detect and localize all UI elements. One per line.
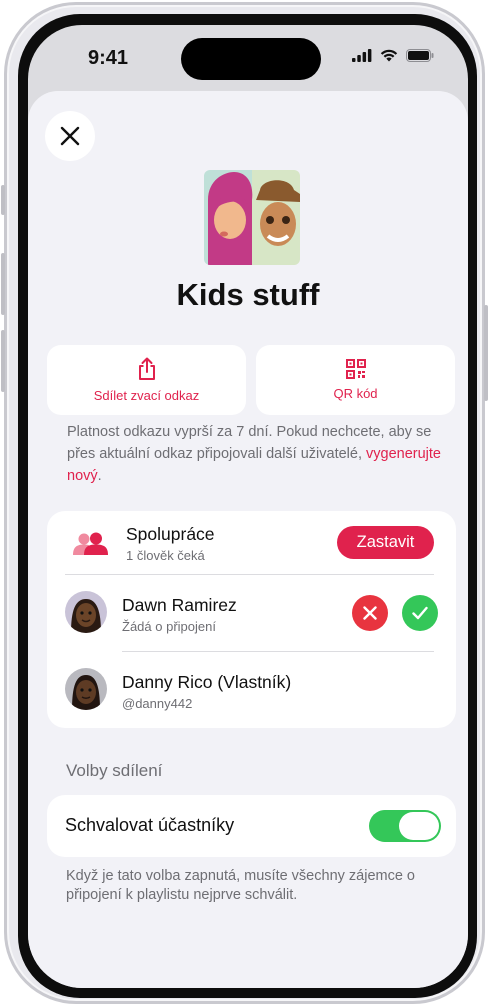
close-icon [60,126,80,146]
row-divider [122,651,434,652]
link-expiry-info: Platnost odkazu vyprší za 7 dní. Pokud n… [67,421,447,487]
dynamic-island [181,38,321,80]
people-icon [73,532,108,555]
avatar [65,591,107,633]
status-icons [352,49,434,62]
x-mark-icon [363,606,377,620]
volume-down-button [1,330,5,392]
playlist-artwork [204,170,300,265]
volume-up-button [1,253,5,315]
action-button [1,185,5,215]
member-name: Dawn Ramirez [122,595,237,615]
link-expiry-suffix: . [97,468,102,484]
battery-icon [406,49,434,62]
checkmark-icon [412,606,428,620]
status-time: 9:41 [88,47,129,69]
share-sheet: Kids stuff Sdílet zvací odkaz QR kód Pla… [28,91,468,988]
memoji-artwork [204,170,300,265]
close-button[interactable] [45,111,95,161]
collaboration-title: Spolupráce [126,524,215,544]
approve-participants-label: Schvalovat účastníky [65,815,235,835]
playlist-title: Kids stuff [176,277,320,312]
qr-code-label: QR kód [333,386,378,401]
stop-collaboration-label: Zastavit [356,533,415,551]
collaboration-card: Spolupráce 1 člověk čeká Zastavit Dawn R… [47,511,456,728]
sharing-options-header: Volby sdílení [66,761,163,780]
decline-request-button[interactable] [352,595,388,631]
power-button [484,305,488,401]
member-detail: @danny442 [122,696,193,711]
approve-participants-toggle[interactable] [369,810,441,842]
qr-code-icon [345,359,366,379]
screen: 9:41 Kids stuff Sdílet zvací odkaz QR kó… [28,25,468,988]
approve-request-button[interactable] [402,595,438,631]
toggle-knob [399,812,439,840]
qr-code-button[interactable]: QR kód [256,345,455,415]
member-detail: Žádá o připojení [122,619,216,634]
wifi-icon [380,49,398,62]
row-divider [65,574,434,575]
share-icon [138,357,155,380]
collaboration-subtitle: 1 člověk čeká [126,548,205,563]
approve-participants-row: Schvalovat účastníky [47,795,456,857]
avatar-memoji [65,591,107,633]
phone-frame: 9:41 Kids stuff Sdílet zvací odkaz QR kó… [1,2,488,1004]
stop-collaboration-button[interactable]: Zastavit [337,526,434,559]
avatar-memoji [65,668,107,710]
avatar [65,668,107,710]
approve-participants-footer: Když je tato volba zapnutá, musíte všech… [66,868,415,903]
share-invite-link-button[interactable]: Sdílet zvací odkaz [47,345,246,415]
member-name: Danny Rico (Vlastník) [122,672,292,692]
share-invite-link-label: Sdílet zvací odkaz [93,388,200,403]
cellular-signal-icon [352,49,372,62]
